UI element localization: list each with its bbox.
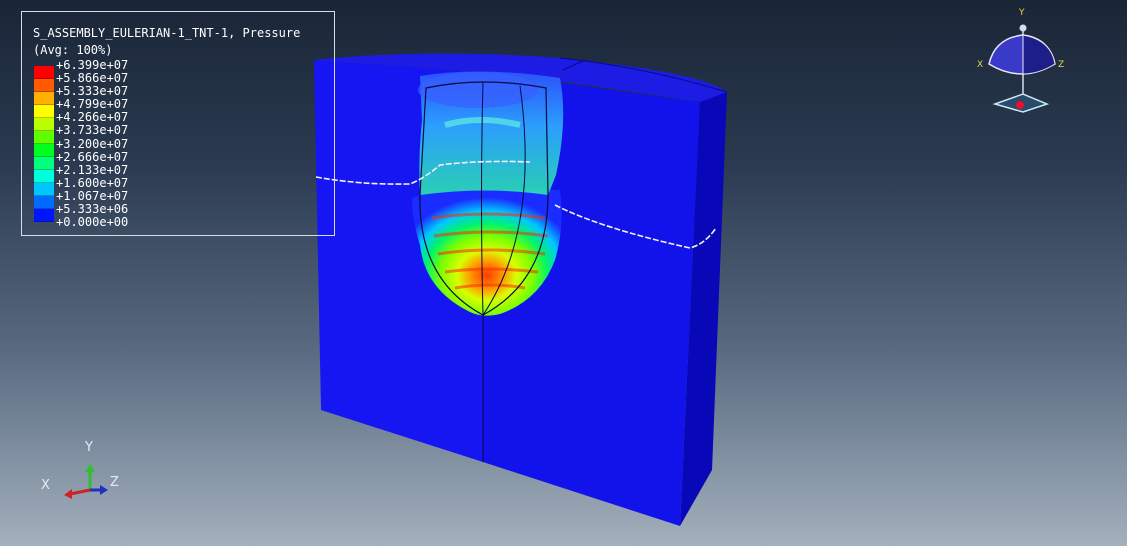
legend-value: +2.666e+07 — [56, 149, 129, 164]
legend-subtitle: (Avg: 100%) — [33, 43, 113, 57]
legend-swatch — [34, 144, 54, 157]
legend-swatch — [34, 66, 54, 79]
legend-swatch — [34, 196, 54, 209]
model-viewport[interactable]: S_ASSEMBLY_EULERIAN-1_TNT-1, Pressure (A… — [0, 0, 1127, 546]
legend-title: S_ASSEMBLY_EULERIAN-1_TNT-1, Pressure — [33, 26, 301, 40]
legend-swatch — [34, 79, 54, 92]
legend-swatch — [34, 105, 54, 118]
legend-box: S_ASSEMBLY_EULERIAN-1_TNT-1, Pressure (A… — [21, 11, 335, 236]
legend-value: +0.000e+00 — [56, 215, 129, 230]
axis-triad: Y X Z — [38, 438, 128, 508]
triad-z-label: Z — [110, 475, 119, 490]
legend-swatch — [34, 157, 54, 170]
axis-triad-icon — [64, 464, 108, 499]
legend-swatch — [34, 170, 54, 183]
triad-x-label: X — [41, 478, 50, 493]
legend-value: +3.200e+07 — [56, 136, 129, 151]
legend-swatch — [34, 131, 54, 144]
legend-color-bar — [34, 66, 54, 223]
view-cube-y-label: Y — [1019, 8, 1025, 18]
view-cube-icon[interactable] — [975, 8, 1065, 118]
legend-swatch — [34, 118, 54, 131]
view-cube[interactable]: Y X Z — [975, 8, 1065, 118]
legend-swatch — [34, 183, 54, 196]
legend-value: +1.600e+07 — [56, 175, 129, 190]
view-cube-x-label: X — [977, 60, 984, 70]
legend-value: +2.133e+07 — [56, 162, 129, 177]
legend-values: +6.399e+07 +5.866e+07 +5.333e+07 +4.799e… — [56, 58, 129, 230]
legend-swatch — [34, 209, 54, 222]
triad-y-label: Y — [85, 440, 93, 455]
legend-value: +3.733e+07 — [56, 123, 129, 138]
legend-swatch — [34, 92, 54, 105]
view-cube-z-label: Z — [1058, 60, 1065, 70]
